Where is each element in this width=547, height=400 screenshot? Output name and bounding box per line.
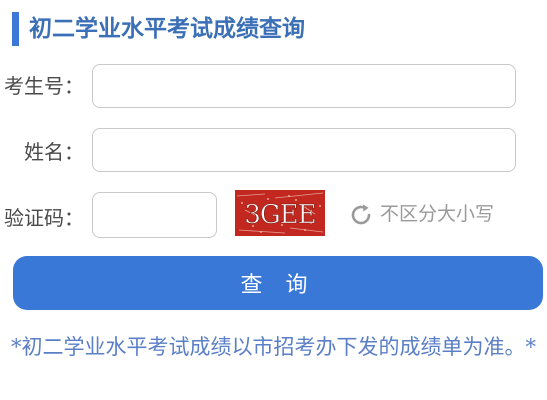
refresh-icon[interactable] — [347, 201, 375, 229]
name-input[interactable] — [92, 128, 516, 172]
title-accent-bar — [12, 12, 19, 46]
captcha-image[interactable]: 3GEE — [235, 190, 325, 236]
exam-no-input[interactable] — [92, 64, 516, 108]
name-label: 姓名： — [24, 140, 84, 164]
exam-no-label: 考生号： — [4, 74, 84, 98]
query-button[interactable]: 查 询 — [13, 256, 543, 310]
page-title: 初二学业水平考试成绩查询 — [29, 15, 305, 42]
captcha-text: 3GEE — [244, 200, 315, 230]
case-insensitive-note: 不区分大小写 — [380, 203, 495, 225]
footnote: *初二学业水平考试成绩以市招考办下发的成绩单为准。* — [11, 335, 536, 359]
query-page: 初二学业水平考试成绩查询 考生号： 姓名： 验证码： 3GEE 不区分大小写 查… — [0, 0, 547, 400]
captcha-input[interactable] — [92, 192, 217, 238]
captcha-label: 验证码： — [4, 206, 84, 230]
